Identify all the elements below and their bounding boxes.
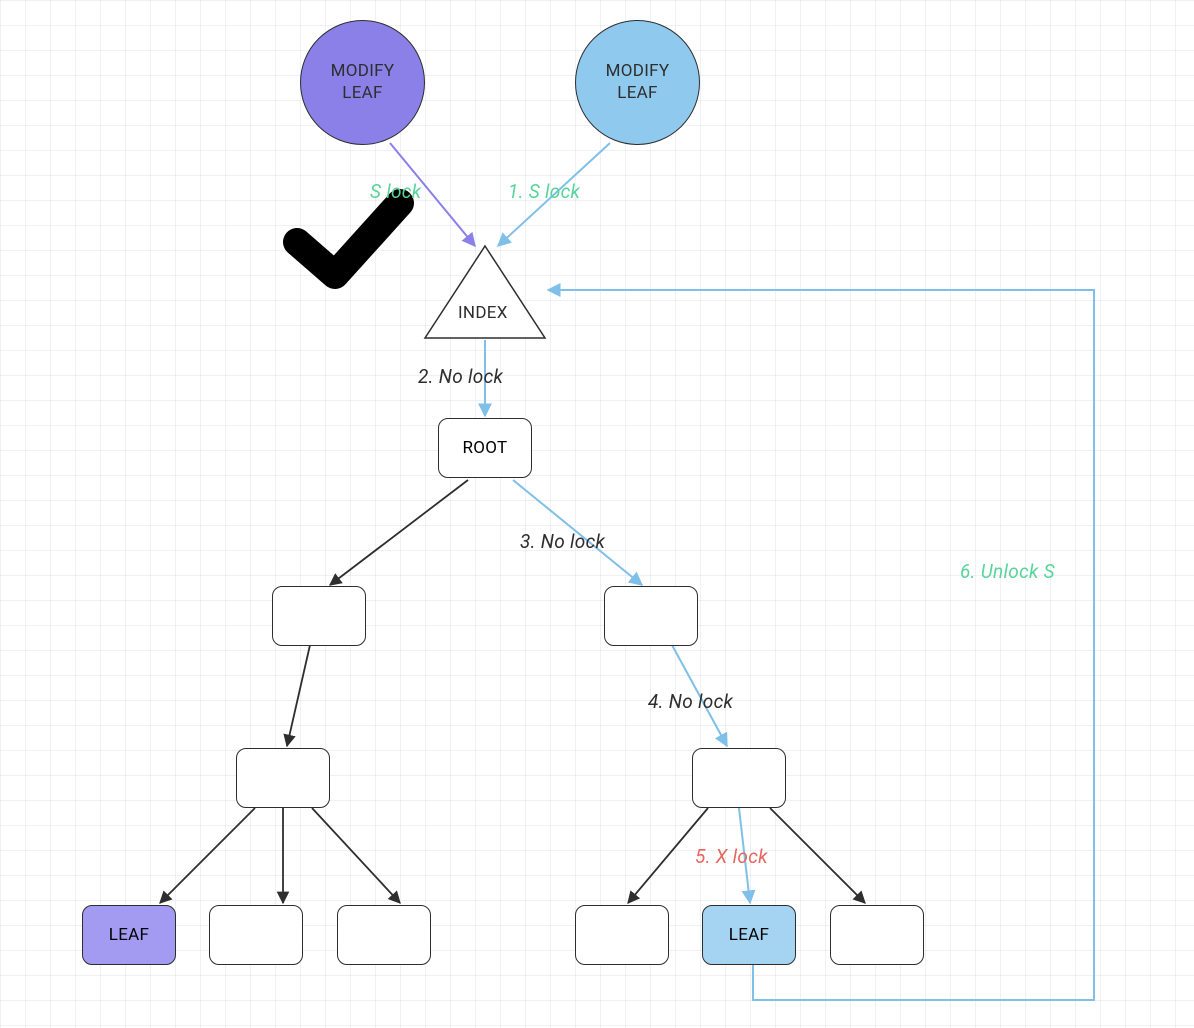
diagram-connectors: [0, 0, 1194, 1028]
edge-right-lower-to-leaf6: [770, 808, 865, 903]
label-no-lock-2: 2. No lock: [418, 365, 503, 388]
label-s-lock-left: S lock: [370, 180, 421, 203]
label-no-lock-4: 4. No lock: [648, 690, 733, 713]
edge-root-to-left-internal: [330, 480, 468, 585]
modify-leaf-purple-node: MODIFY LEAF: [300, 20, 425, 145]
internal-node-left: [272, 586, 366, 646]
leaf-blue-node: LEAF: [702, 905, 796, 965]
internal-node-right: [604, 586, 698, 646]
leaf-node-4: [575, 905, 669, 965]
edge-left-lower-to-leaf1: [160, 808, 255, 903]
internal-node-right-lower: [692, 748, 786, 808]
label-no-lock-3: 3. No lock: [520, 530, 605, 553]
leaf-node-3: [337, 905, 431, 965]
checkmark-icon: [297, 203, 400, 275]
index-node-label: INDEX: [458, 303, 508, 323]
index-node: [425, 246, 545, 338]
root-node: ROOT: [438, 418, 532, 478]
leaf-purple-node: LEAF: [82, 905, 176, 965]
internal-node-left-lower: [236, 748, 330, 808]
leaf-node-6: [830, 905, 924, 965]
edge-left-internal-down: [287, 645, 310, 746]
leaf-node-2: [209, 905, 303, 965]
modify-leaf-blue-node: MODIFY LEAF: [575, 20, 700, 145]
label-s-lock-right: 1. S lock: [508, 180, 580, 203]
label-x-lock-5: 5. X lock: [695, 845, 768, 868]
label-unlock-s-6: 6. Unlock S: [960, 560, 1055, 583]
edge-left-lower-to-leaf3: [312, 808, 400, 903]
